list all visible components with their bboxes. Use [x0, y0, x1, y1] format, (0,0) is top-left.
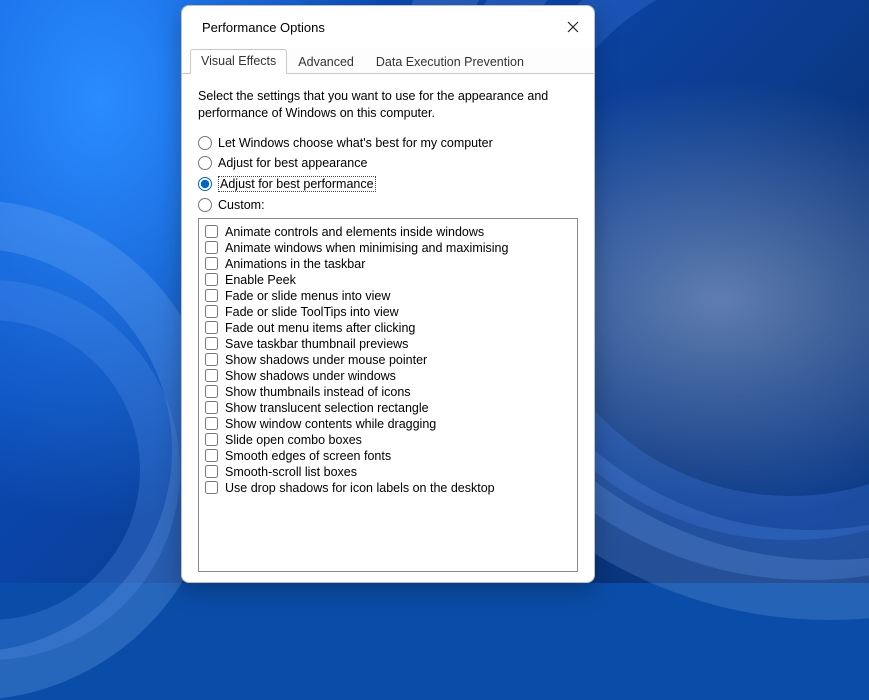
option-fade-out-menu[interactable]: Fade out menu items after clicking: [205, 320, 571, 336]
option-window-contents-drag[interactable]: Show window contents while dragging: [205, 416, 571, 432]
radio-custom[interactable]: Custom:: [198, 198, 578, 212]
close-button[interactable]: [558, 12, 588, 42]
dialog-title: Performance Options: [196, 20, 325, 35]
radio-best-appearance[interactable]: Adjust for best appearance: [198, 156, 578, 170]
radio-best-appearance-input[interactable]: [198, 156, 212, 170]
titlebar[interactable]: Performance Options: [182, 6, 594, 48]
option-enable-peek[interactable]: Enable Peek: [205, 272, 571, 288]
close-icon: [567, 21, 579, 33]
radio-let-windows-label: Let Windows choose what's best for my co…: [218, 136, 493, 150]
option-slide-combo[interactable]: Slide open combo boxes: [205, 432, 571, 448]
tab-visual-effects[interactable]: Visual Effects: [190, 49, 287, 74]
option-drop-shadows-desktop[interactable]: Use drop shadows for icon labels on the …: [205, 480, 571, 496]
radio-best-appearance-label: Adjust for best appearance: [218, 156, 367, 170]
radio-let-windows[interactable]: Let Windows choose what's best for my co…: [198, 136, 578, 150]
radio-custom-label: Custom:: [218, 198, 265, 212]
radio-best-performance-input[interactable]: [198, 177, 212, 191]
performance-options-dialog: Performance Options Visual Effects Advan…: [181, 5, 595, 583]
tab-dep[interactable]: Data Execution Prevention: [365, 50, 535, 74]
radio-best-performance[interactable]: Adjust for best performance: [198, 176, 578, 192]
option-animate-controls[interactable]: Animate controls and elements inside win…: [205, 224, 571, 240]
option-fade-tooltips[interactable]: Fade or slide ToolTips into view: [205, 304, 571, 320]
option-animations-taskbar[interactable]: Animations in the taskbar: [205, 256, 571, 272]
option-thumbnails-icons[interactable]: Show thumbnails instead of icons: [205, 384, 571, 400]
effects-listbox[interactable]: Animate controls and elements inside win…: [198, 218, 578, 572]
tab-advanced[interactable]: Advanced: [287, 50, 365, 74]
radio-best-performance-label: Adjust for best performance: [218, 176, 376, 192]
option-animate-windows[interactable]: Animate windows when minimising and maxi…: [205, 240, 571, 256]
radio-custom-input[interactable]: [198, 198, 212, 212]
option-smooth-fonts[interactable]: Smooth edges of screen fonts: [205, 448, 571, 464]
option-shadows-windows[interactable]: Show shadows under windows: [205, 368, 571, 384]
tab-bar: Visual Effects Advanced Data Execution P…: [182, 48, 594, 74]
radio-let-windows-input[interactable]: [198, 136, 212, 150]
option-smooth-scroll[interactable]: Smooth-scroll list boxes: [205, 464, 571, 480]
option-fade-menus[interactable]: Fade or slide menus into view: [205, 288, 571, 304]
option-translucent-selection[interactable]: Show translucent selection rectangle: [205, 400, 571, 416]
tab-content: Select the settings that you want to use…: [182, 74, 594, 582]
option-save-taskbar-thumbs[interactable]: Save taskbar thumbnail previews: [205, 336, 571, 352]
description-text: Select the settings that you want to use…: [198, 88, 558, 122]
option-shadows-mouse[interactable]: Show shadows under mouse pointer: [205, 352, 571, 368]
